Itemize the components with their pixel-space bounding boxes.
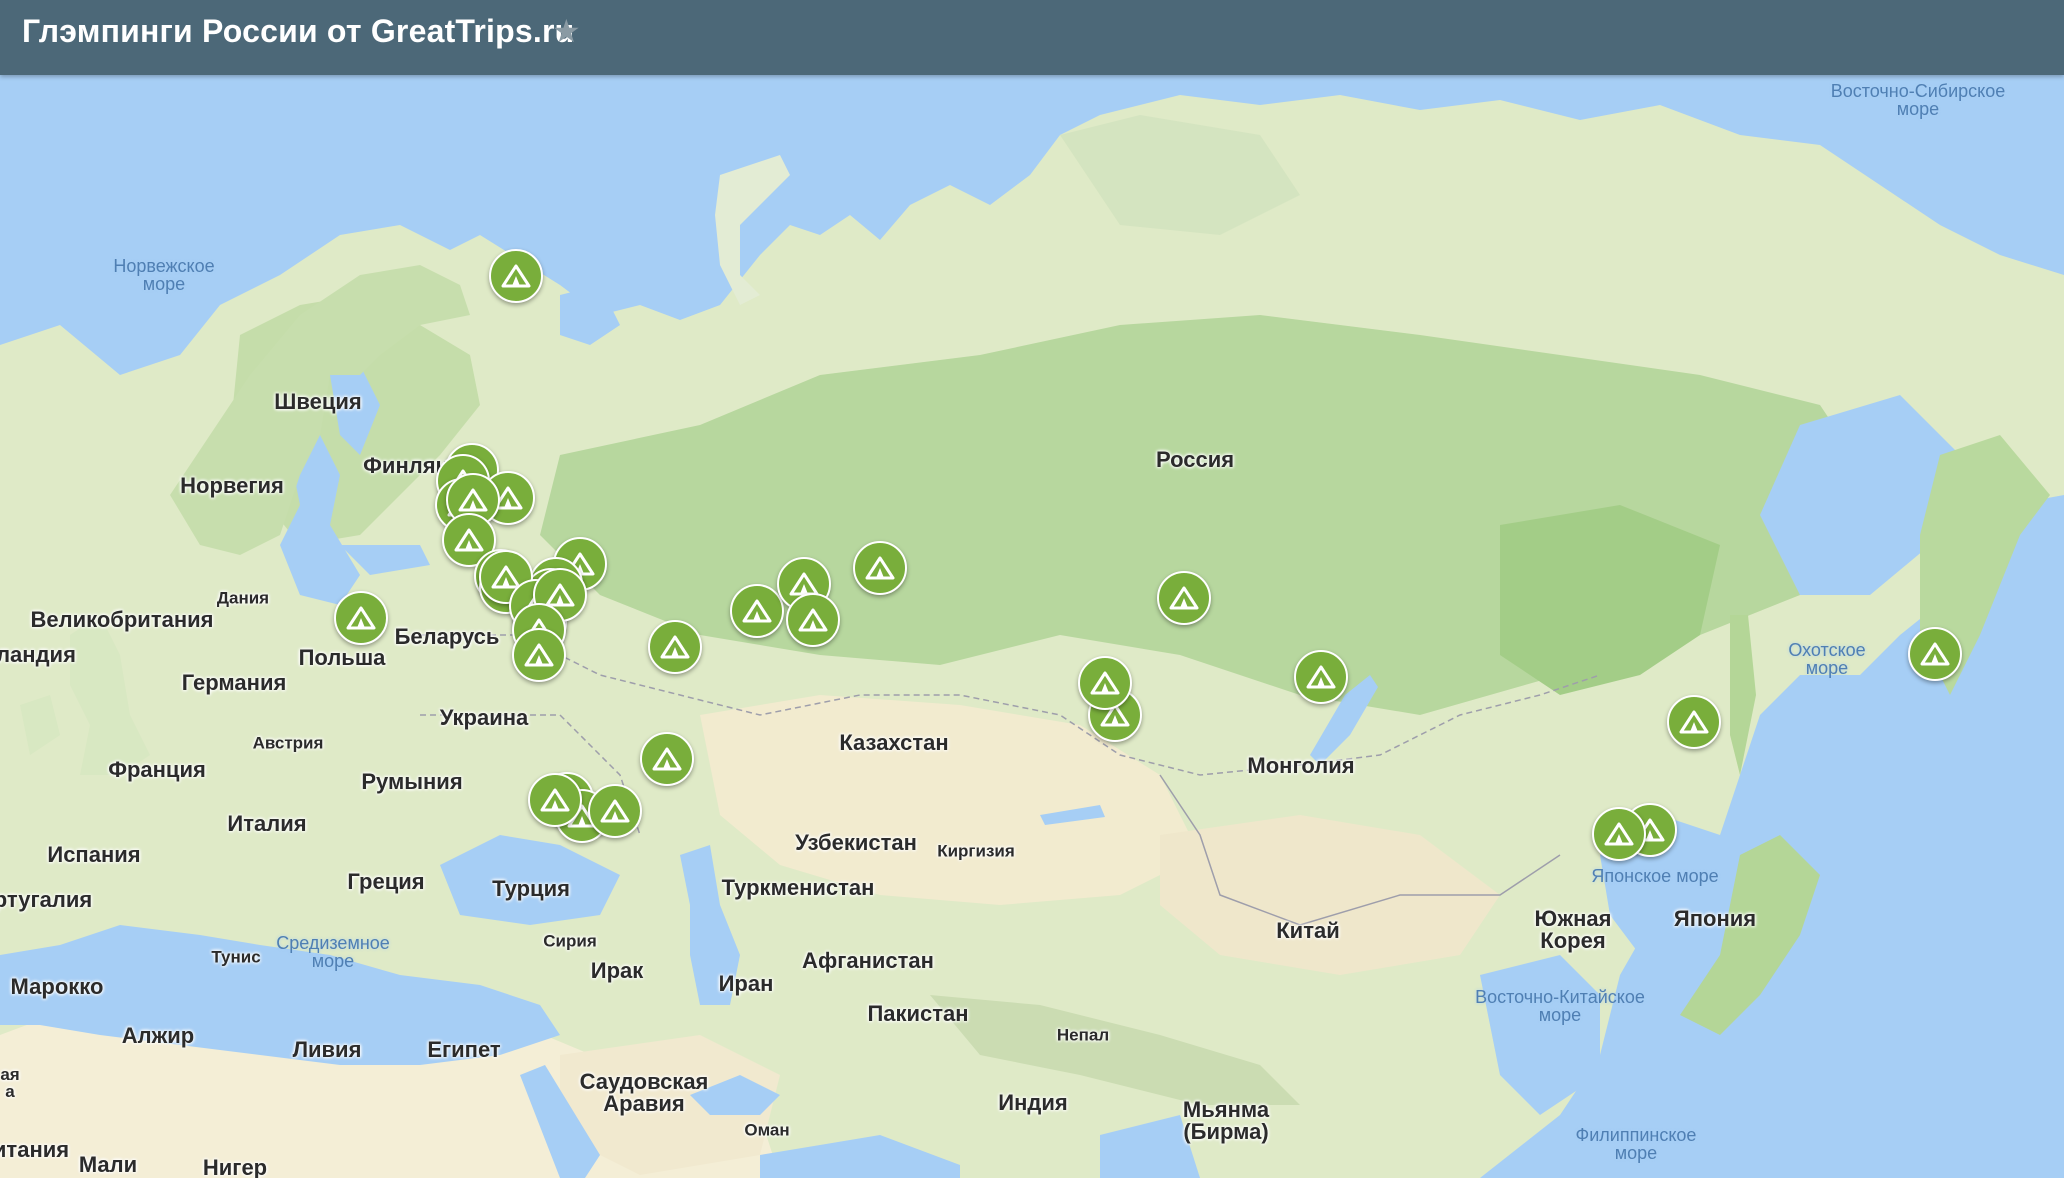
tent-icon [1169,586,1199,610]
label-india: Индия [998,1090,1068,1115]
label-sweden: Швеция [274,389,362,414]
label-denmark: Дания [216,588,270,608]
tent-icon [540,788,570,812]
label-sea-norwegian: Норвежское море [113,256,215,294]
glamping-marker[interactable] [1592,807,1646,861]
label-pakistan: Пакистан [867,1001,969,1026]
tent-icon [742,599,772,623]
label-russia: Россия [1155,447,1235,472]
label-south-korea: Южная Корея [1534,906,1612,953]
tent-icon [524,643,554,667]
glamping-marker[interactable] [528,773,582,827]
tent-icon [865,556,895,580]
glamping-marker[interactable] [1078,656,1132,710]
label-sea-mediterranean: Средиземное море [276,933,390,971]
label-mali: Мали [78,1152,138,1177]
tent-icon [600,799,630,823]
label-syria: Сирия [543,931,597,951]
glamping-marker[interactable] [334,591,388,645]
glamping-marker[interactable] [853,541,907,595]
label-algeria: Алжир [121,1023,195,1048]
tent-icon [1090,671,1120,695]
glamping-marker[interactable] [1157,571,1211,625]
label-sea-japan: Японское море [1591,866,1719,886]
label-italy: Италия [227,811,307,836]
glamping-marker[interactable] [512,628,566,682]
label-sea-okhotsk: Охотское море [1788,640,1866,678]
star-icon[interactable]: ★ [552,12,581,50]
label-poland: Польша [298,645,386,670]
label-sea-east-china: Восточно-Китайское море [1475,987,1645,1025]
map-basemap [0,75,2064,1178]
label-austria: Австрия [252,733,324,753]
glamping-marker[interactable] [640,732,694,786]
tent-icon [1920,642,1950,666]
label-iran: Иран [718,971,774,996]
glamping-marker[interactable] [1294,650,1348,704]
label-turkey: Турция [492,876,570,901]
tent-icon [660,635,690,659]
label-nepal: Непал [1056,1025,1110,1045]
glamping-marker[interactable] [786,593,840,647]
label-uzbekistan: Узбекистан [795,830,917,855]
label-china: Китай [1276,918,1340,943]
label-ukraine: Украина [439,705,529,730]
label-kyrgyzstan: Киргизия [937,841,1015,861]
tent-icon [1306,665,1336,689]
tent-icon [454,528,484,552]
label-iraq: Ирак [590,958,644,983]
page-title: Глэмпинги России от GreatTrips.ru [22,13,575,49]
glamping-marker[interactable] [1667,695,1721,749]
label-greece: Греция [347,869,425,894]
glamping-marker[interactable] [730,584,784,638]
label-myanmar: Мьянма (Бирма) [1182,1097,1270,1144]
label-portugal: ртугалия [0,887,93,912]
glamping-marker[interactable] [1908,627,1962,681]
tent-icon [1604,822,1634,846]
label-turkmenistan: Туркменистан [721,875,875,900]
tent-icon [798,608,828,632]
label-west-sahara: ая а [0,1065,20,1101]
label-niger: Нигер [202,1155,268,1178]
label-egypt: Египет [427,1037,501,1062]
label-ireland: ландия [0,642,76,667]
label-sea-philippine: Филиппинское море [1575,1125,1697,1163]
label-afghanistan: Афганистан [802,948,934,973]
label-libya: Ливия [292,1037,362,1062]
label-tunisia: Тунис [211,947,261,967]
label-belarus: Беларусь [394,624,500,649]
label-romania: Румыния [361,769,463,794]
tent-icon [545,583,575,607]
label-mongolia: Монголия [1247,753,1355,778]
label-norway: Норвегия [180,473,284,498]
label-japan: Япония [1673,906,1757,931]
label-mauritania: итания [0,1137,70,1162]
tent-icon [346,606,376,630]
label-kazakhstan: Казахстан [839,730,949,755]
label-morocco: Марокко [10,974,104,999]
map-view[interactable]: Россия Казахстан Монголия Китай Узбекист… [0,75,2064,1178]
label-oman: Оман [744,1120,790,1140]
tent-icon [652,747,682,771]
label-france: Франция [108,757,206,782]
label-germany: Германия [181,670,287,695]
label-uk: Великобритания [30,607,214,632]
glamping-marker[interactable] [489,249,543,303]
label-spain: Испания [47,842,141,867]
glamping-marker[interactable] [588,784,642,838]
app-header: Глэмпинги России от GreatTrips.ru ★ [0,0,2064,75]
tent-icon [1679,710,1709,734]
label-sea-east-siberian: Восточно-Сибирское море [1830,81,2006,119]
tent-icon [458,488,488,512]
label-saudi: Саудовская Аравия [579,1069,709,1116]
tent-icon [501,264,531,288]
glamping-marker[interactable] [648,620,702,674]
